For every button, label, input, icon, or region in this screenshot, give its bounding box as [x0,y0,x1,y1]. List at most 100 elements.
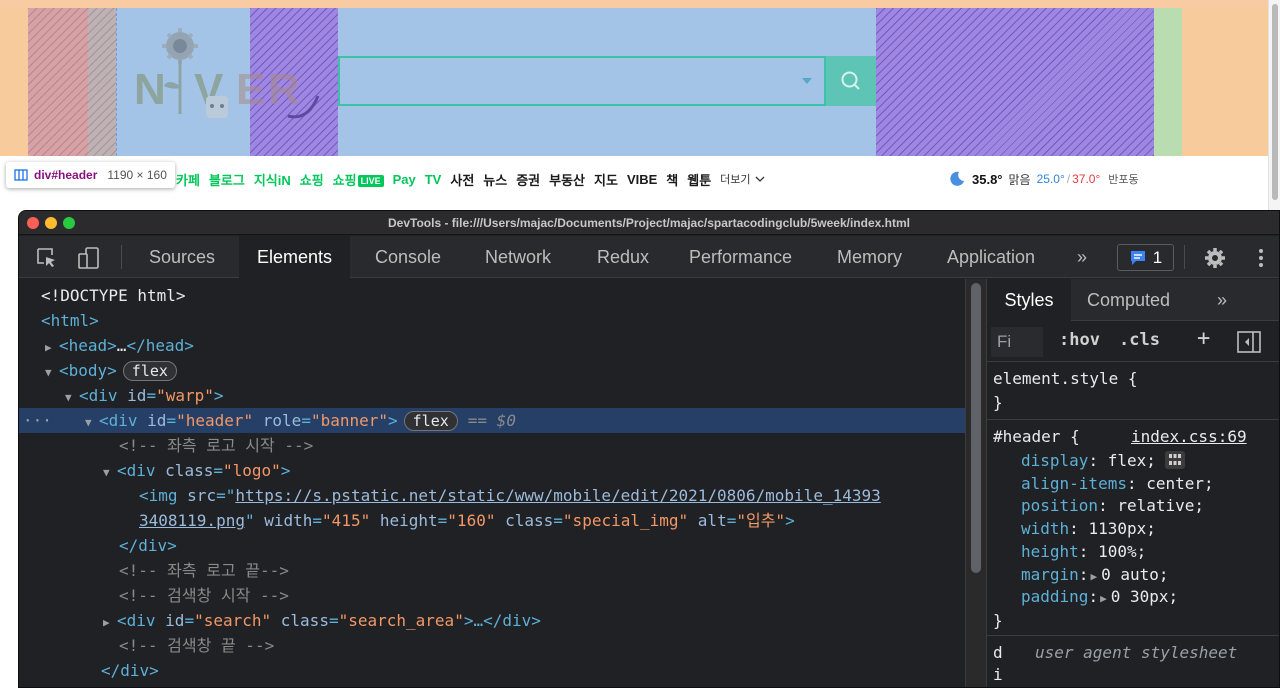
dom-node-header-selected[interactable]: ··· ▼ <div id="header" role="banner"> flex… [19,408,965,433]
search-button[interactable] [826,56,876,106]
nav-item-label: 책 [666,172,679,188]
dom-node-header-close[interactable]: </div> [19,658,965,683]
css-value: center; [1146,473,1214,493]
tab-sources[interactable]: Sources [131,236,233,278]
hov-button[interactable]: :hov [1059,330,1100,350]
declaration-display[interactable]: display: flex; [1021,449,1186,472]
styles-more-button[interactable]: » [1217,279,1227,321]
dom-comment-search-end[interactable]: <!-- 검색창 끝 --> [19,633,965,658]
collapse-triangle-icon[interactable]: ▼ [45,360,59,385]
styles-filter-input[interactable]: Fi [991,327,1043,357]
collapse-triangle-icon[interactable]: ▼ [65,385,79,410]
new-rule-button[interactable]: + [1197,326,1210,351]
nav-item-7[interactable]: 사전 [450,170,474,189]
flexbox-editor-icon[interactable] [1164,450,1186,470]
element-style-selector[interactable]: element.style { [993,367,1138,390]
cls-button[interactable]: .cls [1119,330,1160,350]
tab-memory[interactable]: Memory [819,236,920,278]
dom-node-warp[interactable]: ▼ <div id="warp"> [19,383,965,408]
nav-item-0[interactable]: 카페 [176,170,200,189]
dom-node-head[interactable]: ▶ <head>…</head> [19,333,965,358]
weather-widget[interactable]: 35.8° 맑음 25.0° / 37.0° 반포동 [948,168,1139,190]
naver-doodle-logo[interactable]: N V E R [128,26,328,126]
nav-item-4[interactable]: 쇼핑 LIVE [333,170,384,189]
declaration-align-items[interactable]: align-items: center; [1021,472,1214,495]
nav-item-10[interactable]: 부동산 [549,170,585,189]
search-icon [841,71,860,90]
expand-shorthand-icon[interactable]: ▶ [1100,592,1107,605]
tab-elements[interactable]: Elements [239,236,351,278]
nav-item-8[interactable]: 뉴스 [483,170,507,189]
tooltip-element-size: 1190 × 160 [107,168,167,182]
tab-network[interactable]: Network [467,236,569,278]
kebab-menu-icon[interactable] [1249,246,1273,270]
dom-node-logo-close[interactable]: </div> [19,533,965,558]
nav-item-6[interactable]: TV [425,172,442,187]
more-tabs-button[interactable]: » [1077,236,1087,278]
dom-node-img[interactable]: <img src="https://s.pstatic.net/static/w… [19,483,965,508]
rule-header-selector[interactable]: #header { [993,425,1080,448]
panel-scrollbar[interactable] [965,279,987,687]
page-scrollbar[interactable] [1268,0,1280,210]
settings-gear-icon[interactable] [1203,246,1227,270]
tab-computed[interactable]: Computed [1087,279,1170,321]
dom-node-img-cont[interactable]: 3408119.png" width="415" height="160" cl… [19,508,965,533]
device-toolbar-icon[interactable] [77,246,101,270]
collapse-triangle-icon[interactable]: ▼ [85,410,99,435]
live-badge: LIVE [357,174,384,187]
flex-badge[interactable]: flex [122,361,177,381]
div-close-tag: </div> [119,536,177,555]
nav-item-5[interactable]: Pay [393,172,416,187]
dom-comment-search-start[interactable]: <!-- 검색창 시작 --> [19,583,965,608]
collapse-triangle-icon[interactable]: ▼ [103,460,117,485]
flex-badge[interactable]: flex [403,411,458,431]
nav-item-13[interactable]: 책 [666,170,678,189]
tab-performance[interactable]: Performance [671,236,810,278]
img-src-link-cont[interactable]: 3408119.png [139,511,245,530]
tab-redux[interactable]: Redux [579,236,667,278]
dom-comment-logo-end[interactable]: <!-- 좌측 로고 끝--> [19,558,965,583]
more-menu-button[interactable]: 더보기 [720,171,765,187]
search-dropdown-icon[interactable] [802,78,812,84]
page-scroll-thumb[interactable] [1272,4,1278,200]
expand-triangle-icon[interactable]: ▶ [45,335,59,360]
nav-item-2[interactable]: 지식iN [254,170,291,189]
img-attr-class: class [505,511,554,530]
img-src-link[interactable]: https://s.pstatic.net/static/www/mobile/… [235,486,880,505]
search-input[interactable] [338,56,826,106]
declaration-padding[interactable]: padding: ▶ 0 30px; [1021,585,1178,608]
elements-panel: <!DOCTYPE html> <html> ▶ <head>…</head> ▼… [19,279,965,687]
dom-node-doctype[interactable]: <!DOCTYPE html> [19,283,965,308]
nav-item-label: 카페 [176,172,200,188]
ua-rule-selector[interactable]: d [993,641,1003,664]
rule-source-link[interactable]: index.css:69 [1131,425,1247,448]
node-actions-icon[interactable]: ··· [23,408,52,433]
tab-styles[interactable]: Styles [987,279,1071,321]
declaration-margin[interactable]: margin: ▶ 0 auto; [1021,563,1169,586]
nav-item-11[interactable]: 지도 [594,170,618,189]
panel-scroll-thumb[interactable] [971,283,981,573]
expand-shorthand-icon[interactable]: ▶ [1090,570,1097,583]
nav-item-3[interactable]: 쇼핑 [300,170,324,189]
dom-node-body[interactable]: ▼ <body> flex [19,358,965,383]
expand-triangle-icon[interactable]: ▶ [103,610,117,635]
nav-item-14[interactable]: 웹툰 [687,170,711,189]
weather-low: 25.0° [1036,172,1065,186]
issues-button[interactable]: 1 [1117,244,1174,271]
dom-node-search[interactable]: ▶ <div id="search" class="search_area">…<… [19,608,965,633]
div-close-tag: </div> [101,661,159,680]
toggle-sidebar-icon[interactable] [1237,331,1261,353]
dom-node-logo[interactable]: ▼ <div class="logo"> [19,458,965,483]
inspect-element-icon[interactable] [35,246,59,270]
screen: N V E R div#header 1190 × 160 카페 블로그 지식i… [0,0,1280,688]
tab-console[interactable]: Console [357,236,459,278]
dom-comment-logo-start[interactable]: <!-- 좌측 로고 시작 --> [19,433,965,458]
declaration-width[interactable]: width: 1130px; [1021,517,1156,540]
nav-item-12[interactable]: VIBE [627,172,657,187]
dom-node-html[interactable]: <html> [19,308,965,333]
nav-item-1[interactable]: 블로그 [209,170,245,189]
declaration-height[interactable]: height: 100%; [1021,540,1146,563]
tab-application[interactable]: Application [929,236,1053,278]
nav-item-9[interactable]: 증권 [516,170,540,189]
declaration-position[interactable]: position: relative; [1021,494,1204,517]
